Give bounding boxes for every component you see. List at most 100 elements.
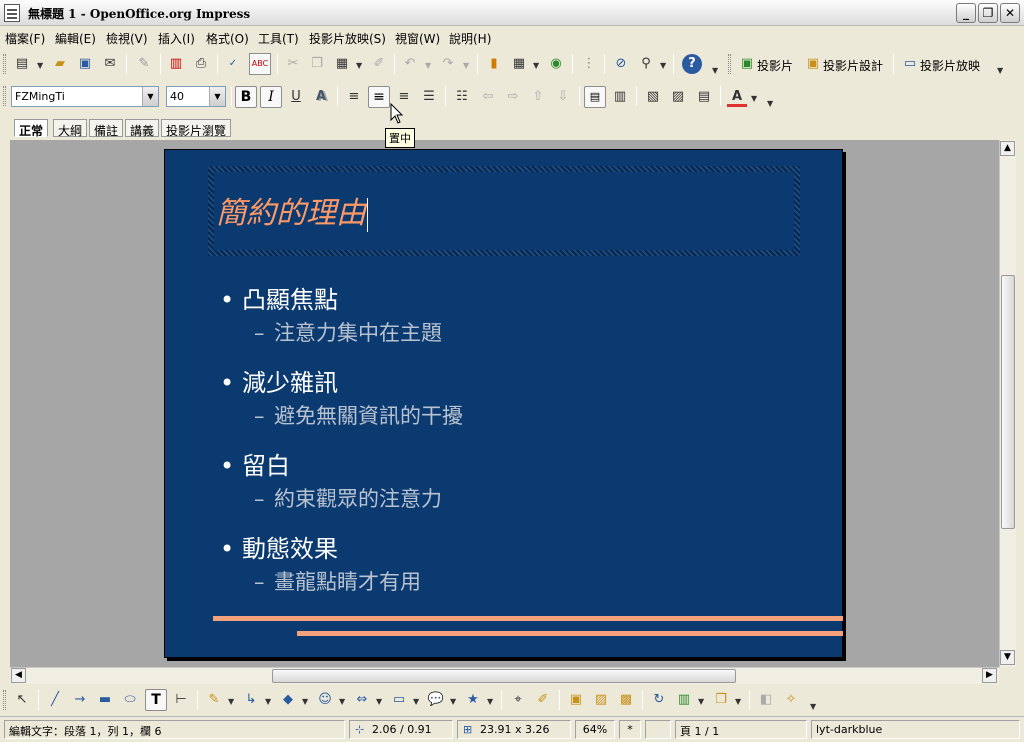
scroll-up-icon[interactable]: ▲: [1000, 141, 1015, 156]
glue-points-icon[interactable]: ✐: [533, 690, 553, 710]
move-down-icon[interactable]: ⇩: [553, 87, 573, 107]
horizontal-scroll-thumb[interactable]: [272, 669, 736, 683]
chevron-down-icon[interactable]: ▼: [712, 66, 718, 75]
tab-handout[interactable]: 講義: [125, 119, 160, 138]
slide-canvas[interactable]: 簡約的理由 • 凸顯焦點 – 注意力集中在主題 • 減少雜訊 – 避免無關資訊的干擾 •…: [164, 149, 843, 658]
close-button[interactable]: ✕: [1000, 3, 1020, 23]
chevron-down-icon[interactable]: ▼: [487, 697, 493, 706]
table-icon[interactable]: ▦: [509, 54, 529, 74]
cut-icon[interactable]: ✂: [283, 54, 303, 74]
spellcheck-icon[interactable]: ✓: [223, 54, 243, 74]
toolbar-grip[interactable]: [3, 86, 6, 106]
chevron-down-icon[interactable]: ▼: [209, 87, 225, 106]
from-file-icon[interactable]: ▨: [591, 690, 611, 710]
chevron-down-icon[interactable]: ▼: [463, 61, 469, 70]
vertical-scroll-thumb[interactable]: [1001, 275, 1015, 529]
tab-notes[interactable]: 備註: [89, 119, 124, 138]
text-tool-button[interactable]: T: [145, 689, 167, 711]
navigator-icon[interactable]: ⊘: [611, 54, 631, 74]
extrusion-icon[interactable]: ◧: [756, 690, 776, 710]
chevron-down-icon[interactable]: ▼: [698, 697, 704, 706]
chevron-down-icon[interactable]: ▼: [997, 66, 1003, 75]
points-icon[interactable]: ⌖: [508, 690, 528, 710]
font-name-combo[interactable]: FZMingTi ▼: [11, 86, 159, 107]
toolbar-grip[interactable]: [3, 54, 6, 74]
chevron-down-icon[interactable]: ▼: [302, 697, 308, 706]
connector-icon[interactable]: ↳: [241, 690, 261, 710]
toolbar-grip[interactable]: [728, 54, 731, 74]
slideshow-button[interactable]: 投影片放映: [920, 57, 980, 74]
demote-icon[interactable]: ⇨: [503, 87, 523, 107]
minimize-button[interactable]: _: [956, 3, 976, 23]
chevron-down-icon[interactable]: ▼: [767, 99, 773, 108]
select-icon[interactable]: ↖: [12, 690, 32, 710]
autospellcheck-icon[interactable]: ABC: [249, 53, 271, 75]
menu-insert[interactable]: 插入(I): [158, 30, 195, 47]
maximize-button[interactable]: ❐: [978, 3, 998, 23]
slide-work-area[interactable]: 簡約的理由 • 凸顯焦點 – 注意力集中在主題 • 減少雜訊 – 避免無關資訊的干擾 •…: [10, 140, 999, 667]
menu-view[interactable]: 檢視(V): [106, 30, 148, 47]
slide-design-button[interactable]: 投影片設計: [823, 57, 883, 74]
toolbar-grip[interactable]: [3, 690, 6, 710]
chevron-down-icon[interactable]: ▼: [265, 697, 271, 706]
menu-edit[interactable]: 編輯(E): [55, 30, 96, 47]
move-up-icon[interactable]: ⇧: [528, 87, 548, 107]
chevron-down-icon[interactable]: ▼: [450, 697, 456, 706]
print-icon[interactable]: ⎙: [191, 54, 211, 74]
horizontal-scrollbar[interactable]: ◀ ▶: [10, 667, 999, 684]
paste-icon[interactable]: ▦: [332, 54, 352, 74]
scroll-down-icon[interactable]: ▼: [1000, 650, 1015, 665]
fontwork-icon[interactable]: ▣: [566, 690, 586, 710]
line-icon[interactable]: ╱: [45, 690, 65, 710]
digital-signature-field[interactable]: [645, 720, 671, 739]
edit-file-icon[interactable]: ✎: [134, 54, 154, 74]
arrow-line-icon[interactable]: →: [70, 690, 90, 710]
menu-slideshow[interactable]: 投影片放映(S): [309, 30, 386, 47]
paragraph-icon[interactable]: ▨: [668, 87, 688, 107]
vertical-scrollbar[interactable]: ▲ ▼: [999, 140, 1016, 667]
chart-icon[interactable]: ▮: [484, 54, 504, 74]
align-left-icon[interactable]: ≡: [344, 87, 364, 107]
alignment-icon[interactable]: ▥: [674, 690, 694, 710]
font-color-button[interactable]: A: [727, 87, 747, 107]
callouts-icon[interactable]: 💬: [426, 690, 446, 710]
gallery-icon[interactable]: ▩: [616, 690, 636, 710]
zoom-icon[interactable]: ⚲: [636, 54, 656, 74]
chevron-down-icon[interactable]: ▼: [142, 87, 158, 106]
menu-file[interactable]: 檔案(F): [5, 30, 45, 47]
stars-icon[interactable]: ★: [463, 690, 483, 710]
chevron-down-icon[interactable]: ▼: [376, 697, 382, 706]
chevron-down-icon[interactable]: ▼: [339, 697, 345, 706]
chevron-down-icon[interactable]: ▼: [735, 697, 741, 706]
chevron-down-icon[interactable]: ▼: [413, 697, 419, 706]
tab-normal[interactable]: 正常: [14, 119, 49, 138]
chevron-down-icon[interactable]: ▼: [37, 61, 43, 70]
promote-icon[interactable]: ⇦: [478, 87, 498, 107]
effects-icon[interactable]: ✧: [781, 690, 801, 710]
character-icon[interactable]: ▧: [643, 87, 663, 107]
chevron-down-icon[interactable]: ▼: [810, 702, 816, 711]
slide-title[interactable]: 簡約的理由: [216, 188, 368, 232]
menu-window[interactable]: 視窗(W): [395, 30, 440, 47]
basic-shapes-icon[interactable]: ◆: [278, 690, 298, 710]
chevron-down-icon[interactable]: ▼: [356, 61, 362, 70]
curve-icon[interactable]: ✎: [204, 690, 224, 710]
shadow-button[interactable]: A: [311, 87, 331, 107]
chevron-down-icon[interactable]: ▼: [228, 697, 234, 706]
bold-button[interactable]: B: [235, 86, 257, 108]
email-icon[interactable]: ✉: [100, 54, 120, 74]
grid-icon[interactable]: ⋮: [579, 54, 599, 74]
scroll-left-icon[interactable]: ◀: [11, 668, 26, 683]
chevron-down-icon[interactable]: ▼: [660, 61, 666, 70]
format-paintbrush-icon[interactable]: ✐: [369, 54, 389, 74]
menu-format[interactable]: 格式(O): [206, 30, 249, 47]
align-center-button[interactable]: ≡: [368, 86, 390, 108]
flowchart-icon[interactable]: ▭: [389, 690, 409, 710]
tab-outline[interactable]: 大綱: [53, 119, 88, 138]
zoom-field[interactable]: 64%: [575, 720, 615, 739]
left-to-right-button[interactable]: ▤: [584, 86, 606, 108]
title-text-box[interactable]: 簡約的理由: [208, 166, 800, 256]
chevron-down-icon[interactable]: ▼: [751, 94, 757, 103]
help-icon[interactable]: ?: [682, 54, 702, 74]
symbol-shapes-icon[interactable]: ☺: [315, 690, 335, 710]
